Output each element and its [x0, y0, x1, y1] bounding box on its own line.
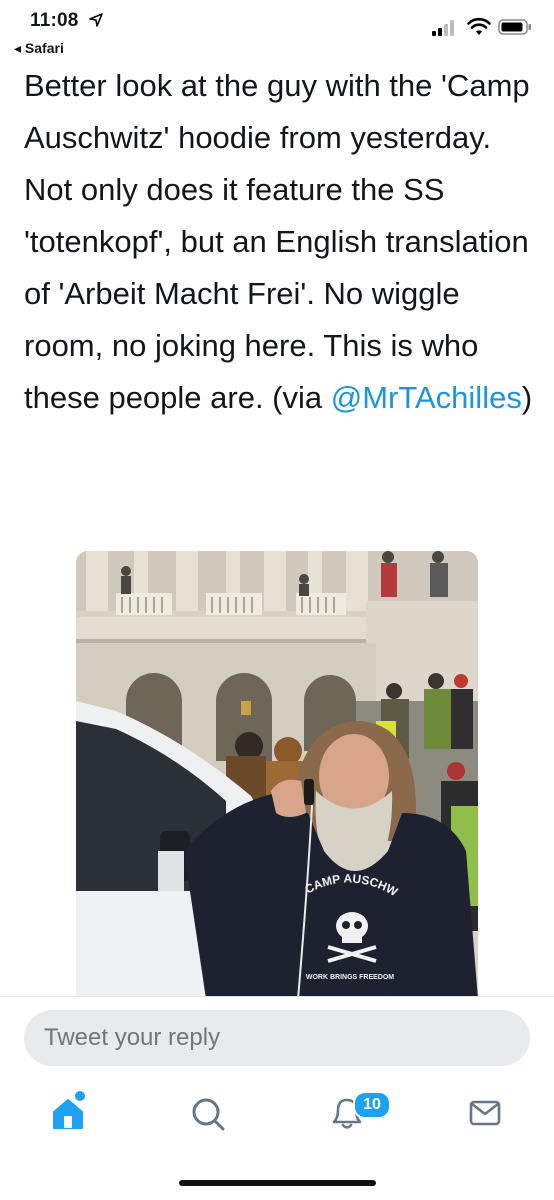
mention-link[interactable]: @MrTAchilles — [331, 380, 522, 415]
envelope-icon — [469, 1100, 501, 1126]
wifi-icon — [467, 17, 491, 35]
tab-search[interactable] — [178, 1088, 238, 1138]
cell-signal-icon — [432, 20, 454, 36]
location-arrow-icon — [89, 13, 103, 27]
battery-icon — [498, 19, 531, 35]
home-icon — [53, 1091, 85, 1129]
tab-home[interactable] — [40, 1088, 100, 1138]
tweet-body: Better look at the guy with the 'Camp Au… — [24, 60, 534, 424]
status-bar: 11:08 ◂ Safari — [0, 0, 554, 62]
home-indicator[interactable] — [179, 1180, 376, 1186]
tweet-photo[interactable]: CAMP AUSCHWITZ WORK BRINGS FREEDOM — [76, 551, 478, 999]
back-to-safari-link[interactable]: ◂ Safari — [14, 40, 64, 57]
notification-badge: 10 — [353, 1091, 391, 1119]
tweet-text: Better look at the guy with the 'Camp Au… — [24, 68, 530, 415]
tab-messages[interactable] — [454, 1088, 514, 1138]
clock-time: 11:08 — [30, 10, 79, 31]
tweet-text-end: ) — [521, 380, 533, 415]
reply-input[interactable] — [24, 1010, 530, 1066]
hoodie-text-bottom: WORK BRINGS FREEDOM — [306, 974, 394, 981]
search-icon — [192, 1098, 225, 1131]
photo-scene: CAMP AUSCHWITZ WORK BRINGS FREEDOM — [76, 551, 478, 999]
